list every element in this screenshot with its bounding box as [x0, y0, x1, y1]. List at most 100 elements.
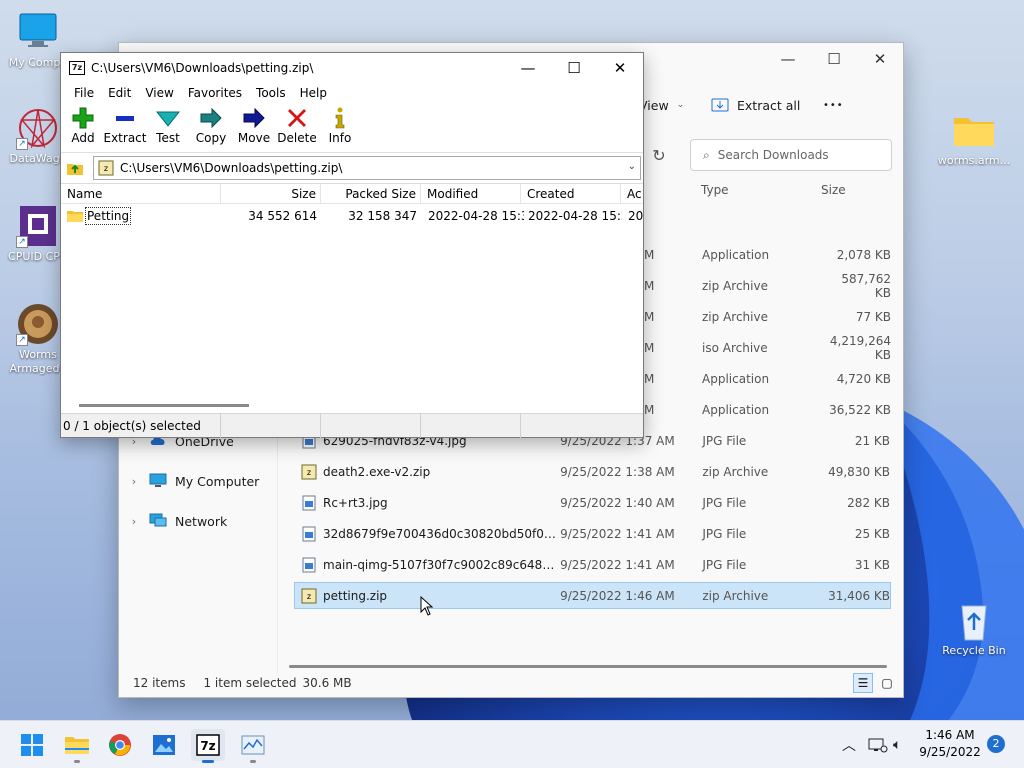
move-icon: [232, 106, 276, 130]
taskbar-chrome[interactable]: [103, 729, 137, 761]
file-row-partial[interactable]: Mzip Archive 77 KB: [644, 303, 891, 330]
list-item[interactable]: Petting 34 552 614 32 158 347 2022-04-28…: [61, 206, 643, 226]
taskbar-file-explorer[interactable]: [60, 729, 94, 763]
item-packed-size: 32 158 347: [348, 209, 417, 223]
jpg-file-icon: [301, 526, 317, 542]
file-row-partial[interactable]: M Application 2,078 KB: [644, 241, 891, 268]
folder-icon: [67, 211, 83, 222]
photos-icon: [153, 735, 175, 755]
folder-up-button[interactable]: [65, 158, 85, 178]
file-row[interactable]: main-qimg-5107f30f7c9002c89c648a0e6... 9…: [294, 551, 891, 578]
horizontal-scrollbar[interactable]: [289, 665, 887, 668]
file-row-partial[interactable]: Mzip Archive 587,762 KB: [644, 272, 891, 300]
svg-text:z: z: [104, 164, 108, 173]
maximize-button[interactable]: ☐: [811, 43, 857, 75]
column-header-modified[interactable]: Modified: [421, 184, 521, 204]
copy-button[interactable]: Copy: [189, 106, 233, 146]
taskbar-clock[interactable]: 1:46 AM 9/25/2022: [918, 727, 982, 761]
minimize-button[interactable]: —: [765, 43, 811, 75]
jpg-file-icon: [301, 557, 317, 573]
close-button[interactable]: ✕: [857, 43, 903, 75]
extract-icon: [103, 106, 147, 130]
taskbar-7zip[interactable]: 7z: [191, 729, 225, 763]
more-options-button[interactable]: •••: [823, 91, 844, 119]
chevron-down-icon: ⌄: [676, 100, 685, 110]
explorer-status-bar: 12 items 1 item selected 30.6 MB: [119, 669, 903, 697]
search-placeholder: Search Downloads: [717, 148, 829, 162]
extract-all-icon: [711, 96, 729, 115]
notification-badge[interactable]: 2: [987, 735, 1005, 753]
status-item-count: 12 items: [133, 676, 186, 690]
status-cell: [321, 414, 421, 438]
svg-text:z: z: [307, 468, 311, 477]
column-header-type[interactable]: Type: [701, 183, 729, 207]
file-row[interactable]: Rc+rt3.jpg 9/25/2022 1:40 AM JPG File 28…: [294, 489, 891, 516]
close-button[interactable]: ✕: [597, 53, 643, 83]
file-row[interactable]: 32d8679f9e700436d0c30820bd50f04f.jpg 9/2…: [294, 520, 891, 547]
show-hidden-icons-button[interactable]: ︿: [842, 721, 856, 768]
delete-button[interactable]: Delete: [275, 106, 319, 146]
menu-file[interactable]: File: [67, 86, 101, 100]
view-menu-button[interactable]: View ⌄: [639, 91, 684, 119]
zip-file-icon: z: [98, 160, 114, 176]
status-selection: 1 item selected: [203, 676, 297, 690]
details-view-icon[interactable]: ☰: [853, 673, 873, 693]
start-button[interactable]: [15, 729, 49, 761]
status-cell: [421, 414, 521, 438]
network-tray-icon[interactable]: [868, 721, 888, 768]
column-header-created[interactable]: Created: [521, 184, 621, 204]
column-header-accessed[interactable]: Ac: [621, 184, 643, 204]
tiles-view-icon[interactable]: ▢: [877, 673, 897, 693]
menu-tools[interactable]: Tools: [249, 86, 293, 100]
sevenzip-menu-bar: File Edit View Favorites Tools Help: [61, 83, 643, 103]
file-row[interactable]: z death2.exe-v2.zip 9/25/2022 1:38 AM zi…: [294, 458, 891, 485]
nav-item-network[interactable]: › Network: [127, 509, 227, 533]
minimize-button[interactable]: —: [505, 53, 551, 83]
column-header-name[interactable]: Name: [61, 184, 221, 204]
horizontal-scrollbar[interactable]: [79, 404, 249, 407]
column-header-size[interactable]: Size: [221, 184, 321, 204]
worms-icon: ↗: [16, 302, 60, 346]
add-button[interactable]: Add: [61, 106, 105, 146]
menu-view[interactable]: View: [138, 86, 180, 100]
item-size: 34 552 614: [248, 209, 317, 223]
column-header-packed-size[interactable]: Packed Size: [321, 184, 421, 204]
column-header-size[interactable]: Size: [821, 183, 846, 207]
search-input[interactable]: ⌕ Search Downloads: [690, 139, 892, 171]
monitor-icon: [16, 10, 60, 54]
nav-label: My Computer: [175, 473, 260, 489]
refresh-button[interactable]: ↻: [644, 139, 674, 171]
add-icon: [61, 106, 105, 130]
extract-button[interactable]: Extract: [103, 106, 147, 146]
path-text: C:\Users\VM6\Downloads\petting.zip\: [120, 161, 343, 175]
menu-help[interactable]: Help: [293, 86, 334, 100]
desktop-icon-recycle-bin[interactable]: Recycle Bin: [936, 598, 1012, 658]
desktop-icon-worms-folder[interactable]: worms.arm...: [936, 108, 1012, 168]
move-button[interactable]: Move: [232, 106, 276, 146]
file-row-partial[interactable]: M Application 36,522 KB: [644, 396, 891, 423]
sevenzip-toolbar: Add Extract Test Copy Move Delete Info: [61, 103, 643, 153]
sevenzip-title-bar[interactable]: 7z C:\Users\VM6\Downloads\petting.zip\ —…: [61, 53, 643, 83]
nav-label: Network: [175, 513, 228, 529]
status-cell: [221, 414, 321, 438]
file-row-partial[interactable]: Miso Archive 4,219,264 KB: [644, 334, 891, 362]
path-combobox[interactable]: z C:\Users\VM6\Downloads\petting.zip\ ⌄: [93, 156, 641, 180]
chevron-right-icon: ›: [131, 514, 137, 528]
menu-edit[interactable]: Edit: [101, 86, 138, 100]
file-row-partial[interactable]: M Application 4,720 KB: [644, 365, 891, 392]
volume-icon[interactable]: 🔈︎: [893, 721, 901, 768]
taskbar-task-manager[interactable]: [236, 729, 270, 763]
nav-item-my-computer[interactable]: › My Computer: [127, 469, 259, 493]
taskbar-photos[interactable]: [147, 729, 181, 761]
file-row-selected[interactable]: z petting.zip 9/25/2022 1:46 AM zip Arch…: [294, 582, 891, 609]
clock-time: 1:46 AM: [925, 728, 975, 742]
extract-all-button[interactable]: Extract all: [711, 91, 800, 119]
maximize-button[interactable]: ☐: [551, 53, 597, 83]
info-button[interactable]: Info: [318, 106, 362, 146]
chevron-right-icon: ›: [131, 474, 137, 488]
test-button[interactable]: Test: [146, 106, 190, 146]
sevenzip-file-list: Name Size Packed Size Modified Created A…: [61, 183, 643, 413]
menu-favorites[interactable]: Favorites: [181, 86, 249, 100]
view-toggle: ☰ ▢: [853, 673, 897, 693]
jpg-file-icon: [301, 495, 317, 511]
